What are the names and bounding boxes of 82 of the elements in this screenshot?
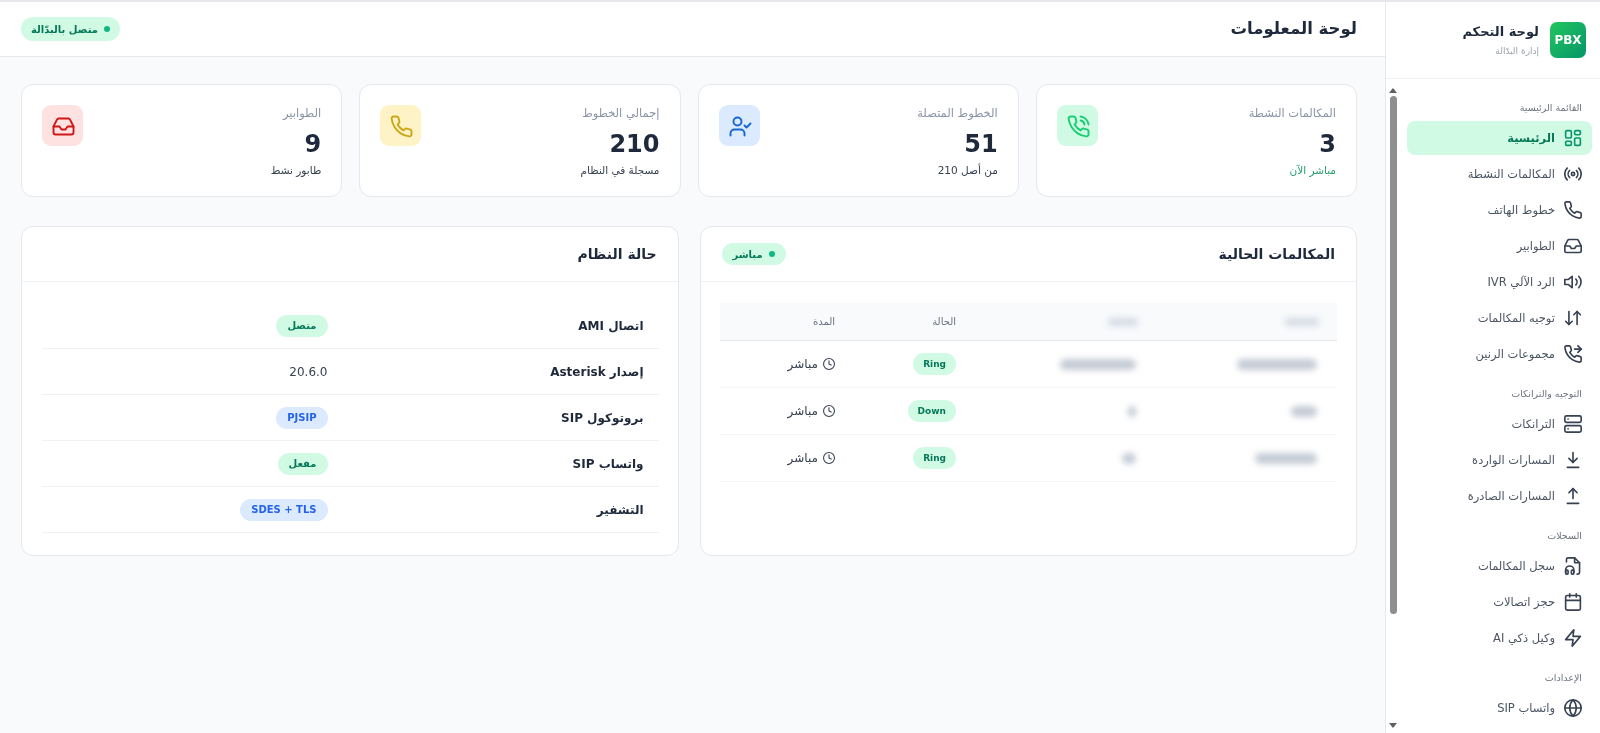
nav-item[interactable]: المسارات الواردة: [1407, 443, 1592, 477]
stat-value: 210: [609, 129, 660, 159]
blurred-text: [1108, 317, 1138, 326]
duration-text: مباشر: [787, 451, 818, 465]
app-subtitle: إدارة البدّالة: [1495, 44, 1539, 58]
grid-icon: [1564, 129, 1582, 147]
stat-label: إجمالي الخطوط: [582, 105, 660, 122]
blurred-text: [1122, 452, 1136, 464]
clock-icon: [823, 358, 835, 370]
blurred-text: [1291, 405, 1317, 417]
status-label: واتساب SIP: [571, 456, 645, 471]
stat-note: طابور نشط: [270, 163, 322, 178]
stat-note: من أصل 210: [937, 162, 998, 178]
app-title: لوحة التحكم: [1462, 22, 1539, 41]
clock-icon: [823, 452, 835, 464]
speaker-icon: [1564, 273, 1582, 291]
stat-label: الطوابير: [282, 105, 322, 122]
scroll-up-icon[interactable]: [1389, 88, 1397, 93]
status-badge: متصل: [276, 314, 328, 337]
download-icon: [1564, 451, 1582, 469]
blurred-text: [1285, 317, 1319, 326]
page-title: لوحة المعلومات: [1230, 18, 1357, 40]
nav-item[interactable]: الرئيسية: [1407, 121, 1592, 155]
status-label: إصدار Asterisk: [549, 364, 645, 379]
panel-title: المكالمات الحالية: [1218, 246, 1335, 262]
status-label: التشفير: [595, 502, 645, 517]
status-badge: SDES + TLS: [240, 498, 328, 521]
server-icon: [1564, 415, 1582, 433]
duration-text: مباشر: [787, 357, 818, 371]
duration-text: مباشر: [787, 404, 818, 418]
status-label: بروتوكول SIP: [560, 410, 645, 425]
nav-item[interactable]: الترانكات: [1407, 407, 1592, 441]
stat-value: 3: [1319, 129, 1336, 159]
section-label: الإعدادات: [1543, 671, 1583, 686]
stat-value: 9: [304, 129, 322, 159]
stat-label: المكالمات النشطة: [1248, 105, 1336, 122]
call-status-badge: Down: [907, 400, 956, 422]
inbox-icon: [1564, 237, 1582, 255]
column-header: المدة: [812, 316, 835, 327]
nav-item[interactable]: سجل المكالمات: [1407, 549, 1592, 583]
nav-item[interactable]: واتساب SIP: [1407, 691, 1592, 725]
clock-icon: [823, 405, 835, 417]
nav-item[interactable]: وكيل ذكي AI: [1407, 621, 1592, 655]
nav-item[interactable]: مجموعات الرنين: [1407, 337, 1592, 371]
scroll-down-icon[interactable]: [1389, 723, 1397, 728]
stat-note: مباشر الآن: [1289, 163, 1336, 178]
section-label: التوجيه والترانكات: [1510, 387, 1583, 401]
connection-status-text: متصل بالبدّالة: [31, 23, 98, 35]
status-badge: مفعل: [277, 452, 328, 475]
stat-note: مسجلة في النظام: [580, 163, 660, 178]
nav-item[interactable]: توجيه المكالمات: [1407, 301, 1592, 335]
call-status-badge: Ring: [913, 447, 956, 469]
panel-title: حالة النظام: [577, 246, 657, 262]
calendar-icon: [1564, 593, 1582, 611]
stat-value: 51: [964, 129, 998, 159]
upload-icon: [1564, 487, 1582, 505]
status-value: 20.6.0: [289, 364, 328, 379]
nav-item[interactable]: حجز اتصالات: [1407, 585, 1592, 619]
nav-item[interactable]: المكالمات النشطة: [1407, 157, 1592, 191]
section-label: القائمة الرئيسية: [1518, 101, 1583, 115]
blurred-text: [1255, 452, 1317, 464]
section-label: السجلات: [1546, 529, 1583, 543]
logo: PBX: [1550, 22, 1586, 58]
broadcast-icon: [1564, 165, 1582, 183]
phone-forward-icon: [1564, 345, 1582, 363]
live-status-text: مباشر: [732, 248, 763, 260]
status-badge: PJSIP: [276, 406, 328, 429]
stat-label: الخطوط المتصلة: [917, 105, 998, 122]
scrollbar-thumb[interactable]: [1389, 96, 1397, 614]
nav-item[interactable]: الرد الآلي IVR: [1407, 265, 1592, 299]
nav-item[interactable]: المسارات الصادرة: [1407, 479, 1592, 513]
blurred-text: [1128, 405, 1136, 417]
phone-icon: [1564, 201, 1582, 219]
lightning-icon: [1564, 629, 1582, 647]
status-label: اتصال AMI: [577, 318, 645, 333]
nav-item[interactable]: الطوابير: [1407, 229, 1592, 263]
up-down-arrows-icon: [1564, 309, 1582, 327]
globe-icon: [1564, 699, 1582, 717]
column-header: الحالة: [932, 316, 956, 327]
file-headphones-icon: [1564, 557, 1582, 575]
nav-item[interactable]: خطوط الهاتف: [1407, 193, 1592, 227]
call-status-badge: Ring: [913, 353, 956, 375]
